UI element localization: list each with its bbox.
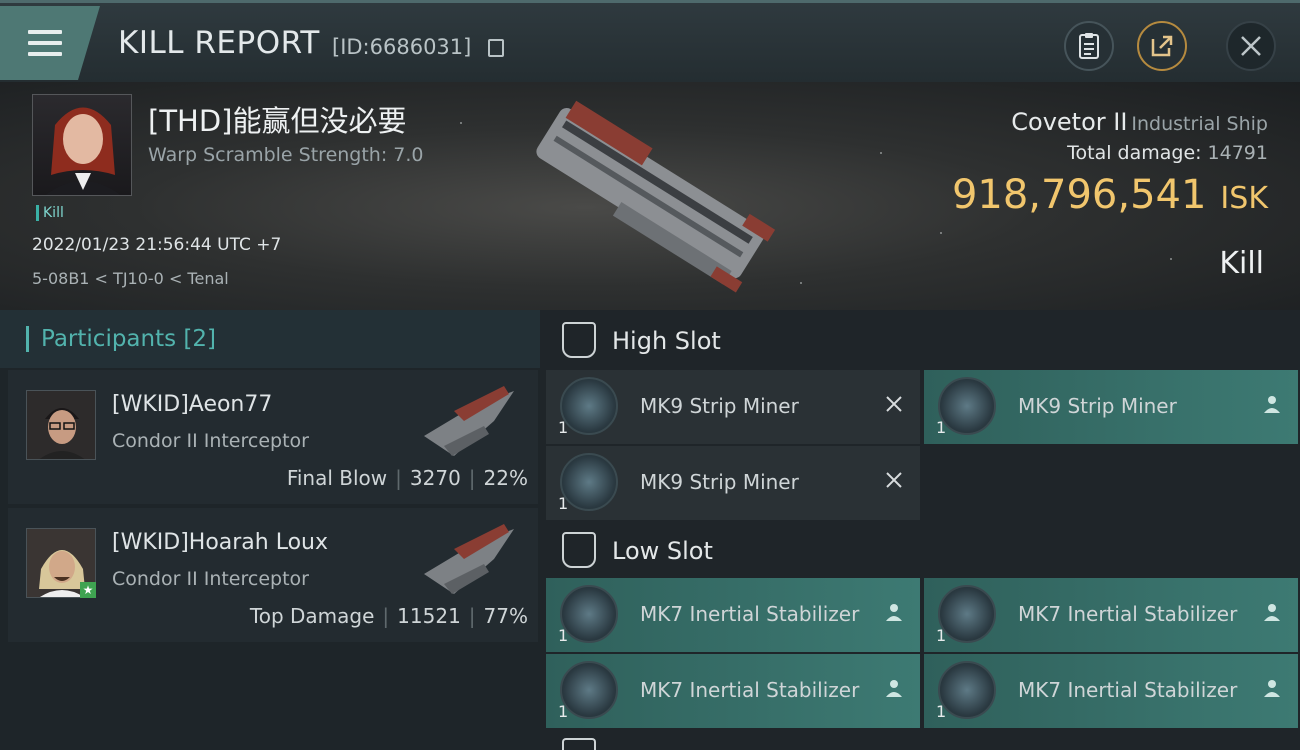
module-name: MK9 Strip Miner	[640, 394, 799, 418]
module-item[interactable]: 1 MK9 Strip Miner	[924, 370, 1298, 444]
clipboard-button[interactable]	[1064, 21, 1114, 71]
module-qty: 1	[558, 494, 569, 513]
victim-portrait[interactable]	[32, 94, 132, 196]
close-icon	[1241, 36, 1261, 56]
strip-miner-icon	[560, 453, 618, 511]
participant-stats: Final Blow | 3270 | 22%	[286, 466, 528, 490]
module-name: MK7 Inertial Stabilizer	[1018, 678, 1238, 702]
participants-panel: Participants [2] [WKID]Aeon77 Condor II …	[0, 310, 540, 750]
ship-class: Industrial Ship	[1131, 113, 1268, 135]
participant-stats: Top Damage | 11521 | 77%	[249, 604, 528, 628]
module-name: MK9 Strip Miner	[640, 470, 799, 494]
strip-miner-icon	[560, 377, 618, 435]
participant-row[interactable]: ★ [WKID]Hoarah Loux Condor II Intercepto…	[8, 508, 538, 642]
participant-row[interactable]: [WKID]Aeon77 Condor II Interceptor Final…	[8, 370, 538, 504]
module-qty: 1	[936, 418, 947, 437]
isk-amount: 918,796,541	[951, 172, 1207, 218]
fitting-panel: High Slot 1 MK9 Strip Miner 1 MK9 Strip …	[540, 310, 1300, 750]
low-slot-header: Low Slot	[540, 520, 1300, 580]
destroyed-icon	[886, 472, 902, 488]
module-qty: 1	[558, 626, 569, 645]
module-item[interactable]: 1 MK9 Strip Miner	[546, 370, 920, 444]
participant-name: [WKID]Hoarah Loux	[112, 530, 329, 555]
high-slot-icon	[562, 322, 596, 358]
dropped-person-icon	[886, 680, 902, 697]
dropped-person-icon	[1264, 680, 1280, 697]
total-damage-label: Total damage:	[1067, 142, 1202, 164]
share-button[interactable]	[1137, 21, 1187, 71]
participant-damage: 3270	[409, 466, 461, 490]
module-item[interactable]: 1 MK9 Strip Miner	[546, 446, 920, 520]
total-damage-value: 14791	[1207, 142, 1268, 164]
menu-button[interactable]	[0, 6, 100, 80]
high-slot-label: High Slot	[612, 327, 721, 355]
participant-percent: 77%	[483, 604, 528, 628]
low-slot-icon	[562, 532, 596, 568]
dropped-person-icon	[1264, 396, 1280, 413]
module-qty: 1	[558, 418, 569, 437]
module-name: MK7 Inertial Stabilizer	[1018, 602, 1238, 626]
participants-header: Participants [2]	[0, 310, 540, 368]
kill-result: Kill	[1219, 246, 1264, 281]
kill-location: 5-08B1 < TJ10-0 < Tenal	[32, 269, 229, 288]
star-icon: ★	[80, 582, 96, 598]
participant-ship-image	[424, 386, 514, 456]
module-name: MK7 Inertial Stabilizer	[640, 678, 860, 702]
dropped-person-icon	[886, 604, 902, 621]
module-item[interactable]: 1 MK7 Inertial Stabilizer	[924, 578, 1298, 652]
module-name: MK7 Inertial Stabilizer	[640, 602, 860, 626]
clipboard-icon	[1079, 33, 1099, 59]
kill-tag: Kill	[36, 205, 64, 221]
module-name: MK9 Strip Miner	[1018, 394, 1177, 418]
module-qty: 1	[936, 702, 947, 721]
close-button[interactable]	[1226, 21, 1276, 71]
top-bar: KILL REPORT [ID:6686031]	[0, 0, 1300, 82]
kill-timestamp: 2022/01/23 21:56:44 UTC +7	[32, 235, 282, 255]
participants-title: Participants [2]	[26, 326, 216, 352]
victim-ship: Covetor II Industrial Ship	[1011, 108, 1268, 136]
inertial-stabilizer-icon	[938, 585, 996, 643]
strip-miner-icon	[938, 377, 996, 435]
module-qty: 1	[936, 626, 947, 645]
victim-name: [THD]能赢但没必要	[148, 104, 407, 138]
inertial-stabilizer-icon	[560, 585, 618, 643]
participant-name: [WKID]Aeon77	[112, 392, 273, 417]
inertial-stabilizer-icon	[938, 661, 996, 719]
module-item[interactable]: 1 MK7 Inertial Stabilizer	[924, 654, 1298, 728]
isk-value: 918,796,541 ISK	[952, 172, 1268, 218]
copy-icon[interactable]	[488, 39, 504, 57]
low-slot-label: Low Slot	[612, 537, 713, 565]
high-slot-header: High Slot	[540, 310, 1300, 370]
participants-count: [2]	[183, 326, 217, 352]
next-slot-header-partial	[562, 738, 596, 750]
participant-role: Final Blow	[286, 466, 388, 490]
share-icon	[1151, 35, 1173, 57]
total-damage: Total damage: 14791	[1067, 142, 1268, 164]
dropped-person-icon	[1264, 604, 1280, 621]
participant-role: Top Damage	[249, 604, 375, 628]
participant-damage: 11521	[397, 604, 461, 628]
victim-summary: [THD]能赢但没必要 Warp Scramble Strength: 7.0 …	[0, 82, 1300, 310]
isk-unit: ISK	[1220, 181, 1268, 216]
page-title: KILL REPORT	[118, 25, 320, 61]
warp-scramble-strength: Warp Scramble Strength: 7.0	[148, 144, 424, 166]
hamburger-icon	[28, 30, 62, 58]
report-id: [ID:6686031]	[332, 35, 472, 59]
participant-percent: 22%	[483, 466, 528, 490]
module-item[interactable]: 1 MK7 Inertial Stabilizer	[546, 578, 920, 652]
participant-ship: Condor II Interceptor	[112, 430, 309, 452]
destroyed-icon	[886, 396, 902, 412]
ship-name: Covetor II	[1011, 108, 1128, 136]
module-item[interactable]: 1 MK7 Inertial Stabilizer	[546, 654, 920, 728]
avatar[interactable]	[26, 390, 96, 460]
participant-ship: Condor II Interceptor	[112, 568, 309, 590]
inertial-stabilizer-icon	[560, 661, 618, 719]
module-qty: 1	[558, 702, 569, 721]
participant-ship-image	[424, 524, 514, 594]
victim-ship-image	[536, 100, 776, 293]
